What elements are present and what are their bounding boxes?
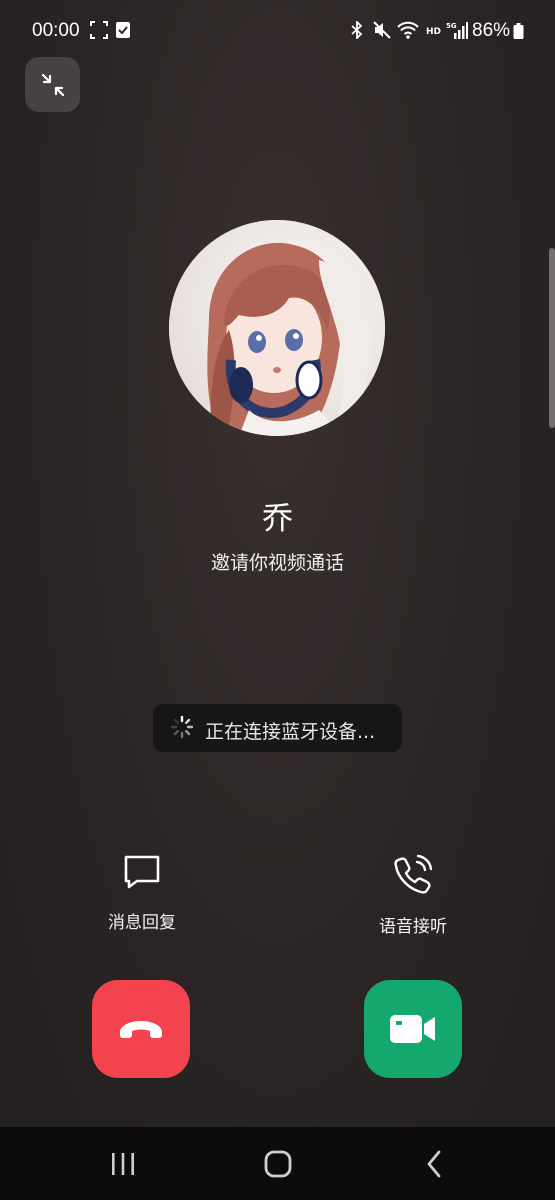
- accept-video-button[interactable]: [364, 980, 462, 1078]
- video-camera-icon: [390, 1015, 435, 1043]
- bluetooth-icon: [351, 21, 363, 39]
- minimize-button[interactable]: [25, 57, 80, 112]
- svg-text:5G: 5G: [446, 22, 457, 30]
- battery-icon: [513, 23, 524, 39]
- message-reply-button[interactable]: 消息回复: [67, 854, 217, 933]
- home-button[interactable]: [218, 1127, 338, 1200]
- recent-apps-button[interactable]: [63, 1127, 183, 1200]
- home-icon: [264, 1150, 292, 1177]
- screenshot-icon: [90, 21, 108, 39]
- 5g-signal-icon: 5G: [446, 22, 468, 39]
- wifi-icon: [397, 21, 419, 39]
- message-reply-label: 消息回复: [108, 913, 176, 933]
- call-status-text: 邀请你视频通话: [210, 552, 344, 574]
- message-icon: [124, 855, 160, 889]
- phone-ring-icon: [394, 854, 433, 894]
- status-time: 00:00: [32, 20, 80, 41]
- mute-icon: [373, 21, 391, 39]
- minimize-arrows-icon: [41, 73, 64, 96]
- scroll-indicator: [549, 248, 555, 428]
- back-button[interactable]: [374, 1127, 494, 1200]
- voice-answer-button[interactable]: 语音接听: [338, 854, 488, 937]
- loading-spinner-icon: [170, 715, 194, 739]
- svg-text:HD: HD: [426, 27, 441, 37]
- decline-button[interactable]: [92, 980, 190, 1078]
- voice-answer-label: 语音接听: [379, 917, 447, 937]
- recent-apps-icon: [112, 1152, 134, 1175]
- toast-text: 正在连接蓝牙设备...: [205, 721, 376, 743]
- navigation-bar: [0, 1127, 555, 1200]
- back-icon: [427, 1150, 441, 1177]
- status-bar: 00:00 HD 5G 86%: [0, 0, 555, 62]
- battery-percent: 86%: [472, 20, 511, 41]
- caller-name: 乔: [262, 501, 293, 537]
- hd-icon: HD: [426, 27, 441, 37]
- hang-up-icon: [120, 1021, 162, 1038]
- caller-avatar: [169, 220, 385, 436]
- checkbox-notification-icon: [116, 22, 130, 38]
